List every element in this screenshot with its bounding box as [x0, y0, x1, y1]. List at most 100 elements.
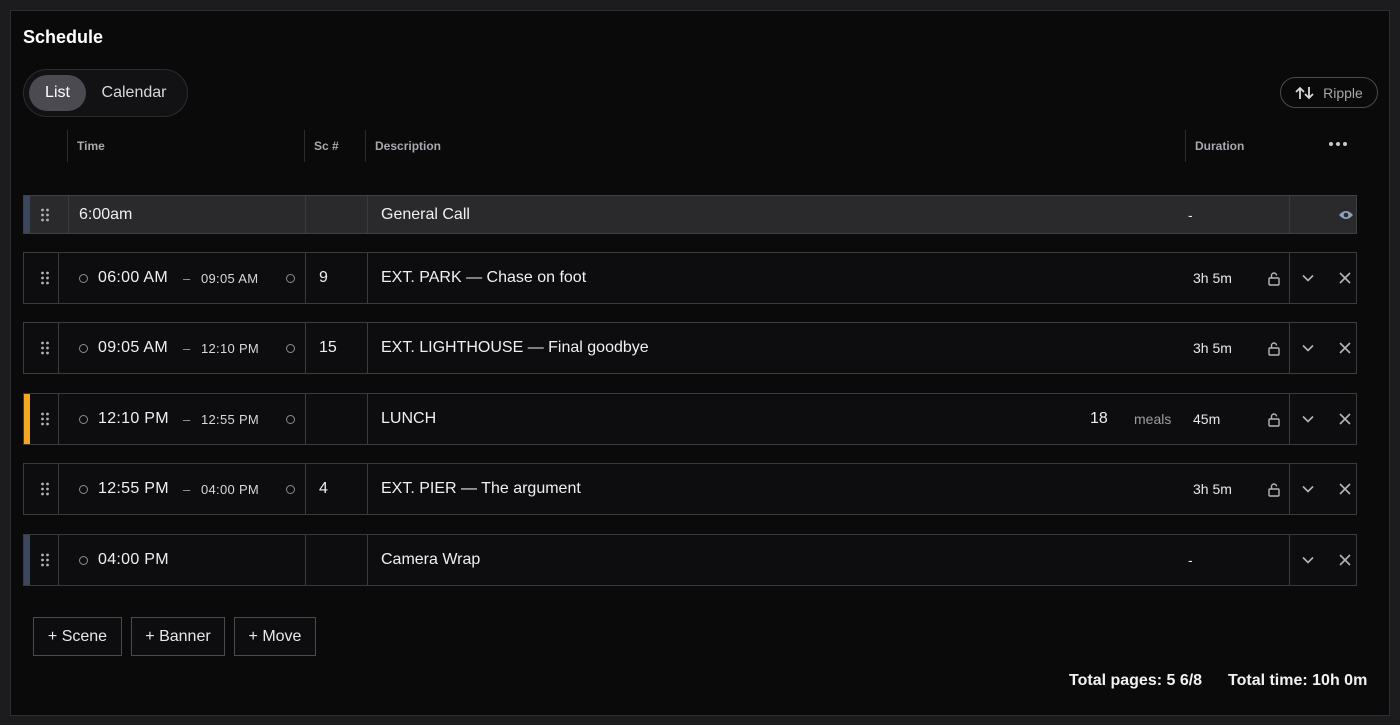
drag-handle-icon[interactable] — [35, 394, 55, 444]
drag-handle-icon[interactable] — [35, 535, 55, 585]
start-lock-icon[interactable] — [79, 535, 88, 585]
page-title: Schedule — [23, 27, 104, 47]
scene-number[interactable]: 4 — [319, 464, 328, 514]
column-divider — [367, 253, 368, 303]
drag-handle-icon[interactable] — [35, 464, 55, 514]
end-lock-icon[interactable] — [286, 323, 295, 373]
header-divider — [1185, 130, 1186, 162]
end-lock-icon[interactable] — [286, 253, 295, 303]
column-divider — [1289, 394, 1290, 444]
add-move-button[interactable]: + Move — [234, 617, 316, 656]
drag-handle-icon[interactable] — [35, 196, 55, 233]
end-lock-icon[interactable] — [286, 394, 295, 444]
time-dash: – — [183, 481, 191, 497]
add-banner-button[interactable]: + Banner — [131, 617, 225, 656]
start-time[interactable]: 04:00 PM — [98, 535, 169, 585]
start-lock-icon[interactable] — [79, 464, 88, 514]
header-duration: Duration — [1195, 139, 1245, 153]
column-divider — [305, 535, 306, 585]
unlock-icon[interactable] — [1262, 253, 1286, 303]
column-divider — [367, 394, 368, 444]
unlock-icon[interactable] — [1262, 464, 1286, 514]
close-icon[interactable] — [1333, 464, 1357, 514]
more-options-icon[interactable] — [1328, 141, 1348, 147]
eye-icon[interactable] — [1334, 196, 1358, 233]
row-duration: - — [1188, 206, 1193, 223]
end-time[interactable]: 09:05 AM — [201, 253, 258, 303]
column-divider — [1289, 323, 1290, 373]
row-description: LUNCH — [381, 410, 437, 427]
end-time[interactable]: 04:00 PM — [201, 464, 259, 514]
start-lock-icon[interactable] — [79, 253, 88, 303]
start-lock-icon[interactable] — [79, 323, 88, 373]
chevron-down-icon[interactable] — [1296, 323, 1320, 373]
column-divider — [58, 394, 59, 444]
time-dash: – — [183, 411, 191, 427]
row-duration: 45m — [1193, 411, 1221, 427]
start-time[interactable]: 12:10 PM — [98, 394, 169, 444]
start-time[interactable]: 09:05 AM — [98, 323, 168, 373]
unlock-icon[interactable] — [1262, 394, 1286, 444]
end-time[interactable]: 12:55 PM — [201, 394, 259, 444]
chevron-down-icon[interactable] — [1296, 394, 1320, 444]
column-divider — [305, 196, 306, 233]
drag-handle-icon[interactable] — [35, 253, 55, 303]
column-divider — [1289, 535, 1290, 585]
tab-calendar[interactable]: Calendar — [92, 75, 176, 111]
header-divider — [67, 130, 68, 162]
column-divider — [58, 464, 59, 514]
column-divider — [305, 464, 306, 514]
call-time[interactable]: 6:00am — [79, 196, 132, 233]
schedule-row[interactable]: 12:55 PM – 04:00 PM 4 EXT. PIER — The ar… — [23, 463, 1357, 515]
column-divider — [58, 535, 59, 585]
ripple-icon — [1295, 86, 1314, 99]
scene-number[interactable]: 15 — [319, 323, 337, 373]
add-scene-button[interactable]: + Scene — [33, 617, 122, 656]
schedule-row-general-call[interactable]: 6:00am General Call - — [23, 195, 1357, 234]
row-description: EXT. LIGHTHOUSE — Final goodbye — [381, 339, 649, 356]
row-accent — [24, 394, 30, 444]
row-accent — [24, 196, 30, 233]
header-scene: Sc # — [314, 139, 339, 153]
total-pages: Total pages: 5 6/8 — [1069, 672, 1203, 689]
end-lock-icon[interactable] — [286, 464, 295, 514]
column-divider — [1289, 253, 1290, 303]
end-time[interactable]: 12:10 PM — [201, 323, 259, 373]
drag-handle-icon[interactable] — [35, 323, 55, 373]
row-description: EXT. PARK — Chase on foot — [381, 269, 587, 286]
start-time[interactable]: 06:00 AM — [98, 253, 168, 303]
close-icon[interactable] — [1333, 394, 1357, 444]
start-lock-icon[interactable] — [79, 394, 88, 444]
schedule-row[interactable]: 06:00 AM – 09:05 AM 9 EXT. PARK — Chase … — [23, 252, 1357, 304]
row-description: Camera Wrap — [381, 551, 481, 568]
chevron-down-icon[interactable] — [1296, 535, 1320, 585]
unlock-icon[interactable] — [1262, 323, 1286, 373]
column-divider — [367, 464, 368, 514]
schedule-row[interactable]: 09:05 AM – 12:10 PM 15 EXT. LIGHTHOUSE —… — [23, 322, 1357, 374]
row-duration: - — [1188, 552, 1193, 568]
column-divider — [305, 253, 306, 303]
total-time: Total time: 10h 0m — [1228, 672, 1368, 689]
time-dash: – — [183, 270, 191, 286]
ripple-label: Ripple — [1323, 84, 1363, 101]
tab-list[interactable]: List — [29, 75, 86, 111]
column-divider — [305, 323, 306, 373]
column-divider — [367, 196, 368, 233]
column-divider — [1289, 464, 1290, 514]
meals-count[interactable]: 18 — [1090, 394, 1108, 444]
header-divider — [304, 130, 305, 162]
start-time[interactable]: 12:55 PM — [98, 464, 169, 514]
chevron-down-icon[interactable] — [1296, 464, 1320, 514]
schedule-row-wrap[interactable]: 04:00 PM Camera Wrap - — [23, 534, 1357, 586]
meals-label: meals — [1134, 411, 1172, 427]
ripple-button[interactable]: Ripple — [1280, 77, 1378, 108]
scene-number[interactable]: 9 — [319, 253, 328, 303]
chevron-down-icon[interactable] — [1296, 253, 1320, 303]
column-divider — [367, 323, 368, 373]
close-icon[interactable] — [1333, 323, 1357, 373]
schedule-row-meal[interactable]: 12:10 PM – 12:55 PM LUNCH 18 meals 45m — [23, 393, 1357, 445]
row-description: EXT. PIER — The argument — [381, 480, 581, 497]
close-icon[interactable] — [1333, 253, 1357, 303]
column-divider — [58, 323, 59, 373]
close-icon[interactable] — [1333, 535, 1357, 585]
